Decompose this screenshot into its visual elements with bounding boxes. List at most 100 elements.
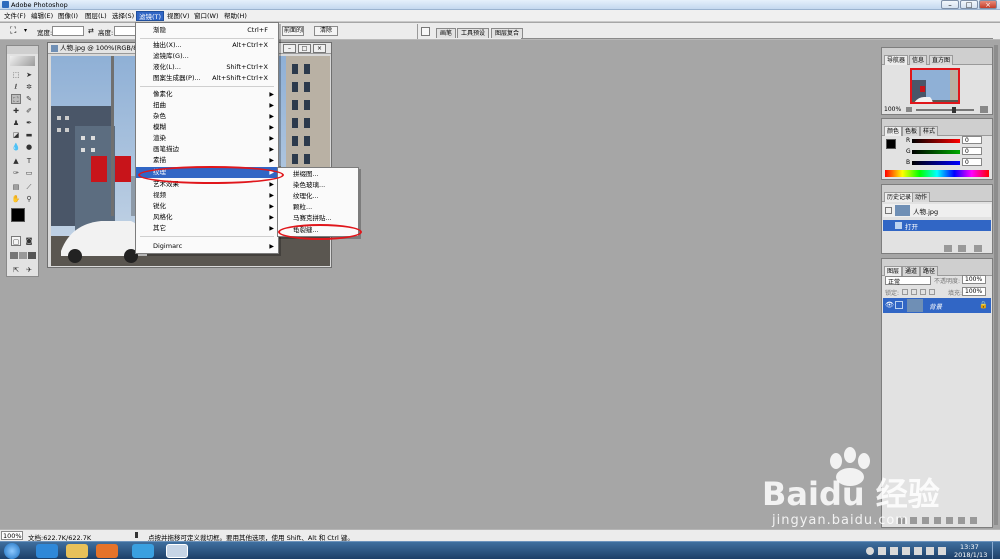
new-snapshot-icon[interactable] — [958, 245, 966, 252]
menu-item-digimarc[interactable]: Digimarc ▶ — [136, 241, 278, 252]
close-button[interactable]: × — [979, 0, 997, 9]
menu-file[interactable]: 文件(F) — [2, 11, 28, 21]
channel-r-value[interactable]: 0 — [962, 136, 982, 144]
width-field[interactable] — [52, 26, 84, 36]
jump-to-imageready-icon[interactable]: ⇱ — [11, 265, 21, 275]
delete-state-icon[interactable] — [974, 245, 982, 252]
crop-tool-icon[interactable]: ⛶ — [10, 26, 16, 36]
navigator-zoom[interactable]: 100% — [884, 106, 901, 113]
tab-channels[interactable]: 通道 — [902, 266, 921, 276]
zoom-slider[interactable] — [916, 109, 974, 111]
marquee-tool-icon[interactable]: ⬚ — [11, 70, 21, 80]
clear-button[interactable]: 清除 — [314, 26, 338, 36]
zoom-slider-handle[interactable] — [952, 107, 956, 113]
screen-mode-full-menu-icon[interactable] — [19, 252, 27, 259]
history-step[interactable]: 打开 — [883, 220, 991, 231]
lock-pixels-icon[interactable] — [911, 289, 917, 295]
swap-icon[interactable]: ⇄ — [88, 27, 94, 35]
screen-mode-standard-icon[interactable] — [10, 252, 18, 259]
tray-flag-icon[interactable] — [926, 547, 934, 555]
submenu-item-stained-glass[interactable]: 染色玻璃... — [278, 180, 358, 191]
menu-layer[interactable]: 图层(L) — [83, 11, 109, 21]
blend-mode-select[interactable]: 正常 — [885, 276, 931, 286]
feather-logo-icon[interactable] — [10, 56, 35, 66]
minimize-button[interactable]: – — [941, 0, 959, 9]
lock-all-icon[interactable] — [929, 289, 935, 295]
tray-icon-2[interactable] — [878, 547, 886, 555]
clock-date[interactable]: 2018/1/13 — [954, 551, 987, 559]
maximize-button[interactable]: □ — [960, 0, 978, 9]
stamp-tool-icon[interactable]: ♟ — [11, 118, 21, 128]
magic-wand-icon[interactable]: ✲ — [24, 82, 34, 92]
menu-item-sharpen[interactable]: 锐化 ▶ — [136, 201, 278, 212]
eraser-tool-icon[interactable]: ◪ — [11, 130, 21, 140]
tab-actions[interactable]: 动作 — [912, 192, 931, 202]
submenu-item-patchwork[interactable]: 拼缀图... — [278, 169, 358, 180]
layer-row-background[interactable]: 👁 背景 🔒 — [883, 298, 991, 313]
blur-tool-icon[interactable]: 💧 — [11, 142, 21, 152]
submenu-item-texturizer[interactable]: 纹理化... — [278, 191, 358, 202]
tab-navigator[interactable]: 导航器 — [884, 55, 909, 65]
screen-mode-full-icon[interactable] — [28, 252, 36, 259]
menu-item-brush-strokes[interactable]: 画笔描边 ▶ — [136, 144, 278, 155]
dodge-tool-icon[interactable]: ● — [24, 142, 34, 152]
taskbar-ie-icon[interactable] — [36, 544, 58, 558]
lasso-tool-icon[interactable]: ℓ — [11, 82, 21, 92]
front-image-button[interactable]: 前面的图像 — [282, 26, 304, 36]
menu-item-extract[interactable]: 抽出(X)... Alt+Ctrl+X — [136, 40, 278, 51]
tab-brushes[interactable]: 画笔 — [436, 28, 457, 38]
new-document-icon[interactable] — [944, 245, 952, 252]
gradient-tool-icon[interactable]: ▬ — [24, 130, 34, 140]
menu-filter[interactable]: 滤镜(T) — [136, 11, 165, 21]
taskbar-photoshop-icon[interactable] — [166, 544, 188, 558]
brush-tool-icon[interactable]: ✐ — [24, 106, 34, 116]
eyedropper-icon[interactable]: ⟋ — [24, 182, 34, 192]
lock-position-icon[interactable] — [920, 289, 926, 295]
submenu-item-grain[interactable]: 颗粒... — [278, 202, 358, 213]
show-desktop-button[interactable] — [992, 542, 1000, 559]
menu-item-filter-gallery[interactable]: 滤镜库(G)... — [136, 51, 278, 62]
menu-item-video[interactable]: 视频 ▶ — [136, 190, 278, 201]
opacity-field[interactable]: 100% — [962, 275, 986, 284]
tab-layer-comps[interactable]: 图层复合 — [491, 28, 524, 38]
clock-time[interactable]: 13:37 — [960, 543, 979, 551]
move-tool-icon[interactable]: ➤ — [24, 70, 34, 80]
height-field[interactable] — [114, 26, 136, 36]
zoom-tool-icon[interactable]: ⚲ — [24, 194, 34, 204]
menu-select[interactable]: 选择(S) — [110, 11, 136, 21]
tray-network-icon[interactable] — [902, 547, 910, 555]
menu-help[interactable]: 帮助(H) — [222, 11, 249, 21]
menu-item-stylize[interactable]: 风格化 ▶ — [136, 212, 278, 223]
doc-close-button[interactable]: × — [313, 44, 326, 53]
menu-item-blur[interactable]: 模糊 ▶ — [136, 122, 278, 133]
history-snapshot[interactable]: 人物.jpg — [883, 204, 991, 217]
submenu-item-mosaic-tiles[interactable]: 马赛克拼贴... — [278, 213, 358, 224]
slice-tool-icon[interactable]: ✎ — [24, 94, 34, 104]
quick-mask-icon[interactable]: ◙ — [24, 236, 34, 246]
tab-styles[interactable]: 样式 — [920, 126, 939, 136]
tab-history[interactable]: 历史记录 — [884, 192, 915, 202]
healing-brush-icon[interactable]: ✚ — [11, 106, 21, 116]
zoom-in-icon[interactable] — [980, 106, 988, 113]
tray-icon-1[interactable] — [866, 547, 874, 555]
taskbar-sogou-icon[interactable] — [132, 544, 154, 558]
menu-window[interactable]: 窗口(W) — [192, 11, 221, 21]
foreground-color-swatch[interactable] — [11, 208, 25, 222]
tab-layers[interactable]: 图层 — [884, 266, 903, 276]
fill-field[interactable]: 100% — [962, 287, 986, 296]
crop-tool-icon[interactable]: ⛶ — [11, 94, 21, 104]
taskbar-explorer-icon[interactable] — [66, 544, 88, 558]
doc-maximize-button[interactable]: □ — [298, 44, 311, 53]
tab-info[interactable]: 信息 — [909, 55, 928, 65]
start-button[interactable] — [4, 543, 20, 559]
menu-edit[interactable]: 编辑(E) — [29, 11, 55, 21]
status-menu-arrow-icon[interactable] — [135, 532, 138, 538]
menu-item-noise[interactable]: 杂色 ▶ — [136, 111, 278, 122]
tab-tool-presets[interactable]: 工具预设 — [457, 28, 490, 38]
tab-color[interactable]: 颜色 — [884, 126, 903, 136]
tray-icon-3[interactable] — [890, 547, 898, 555]
menu-image[interactable]: 图像(I) — [56, 11, 80, 21]
color-fg-swatch[interactable] — [886, 139, 896, 149]
taskbar-media-player-icon[interactable] — [96, 544, 118, 558]
menu-item-pattern-maker[interactable]: 图案生成器(P)... Alt+Shift+Ctrl+X — [136, 73, 278, 84]
